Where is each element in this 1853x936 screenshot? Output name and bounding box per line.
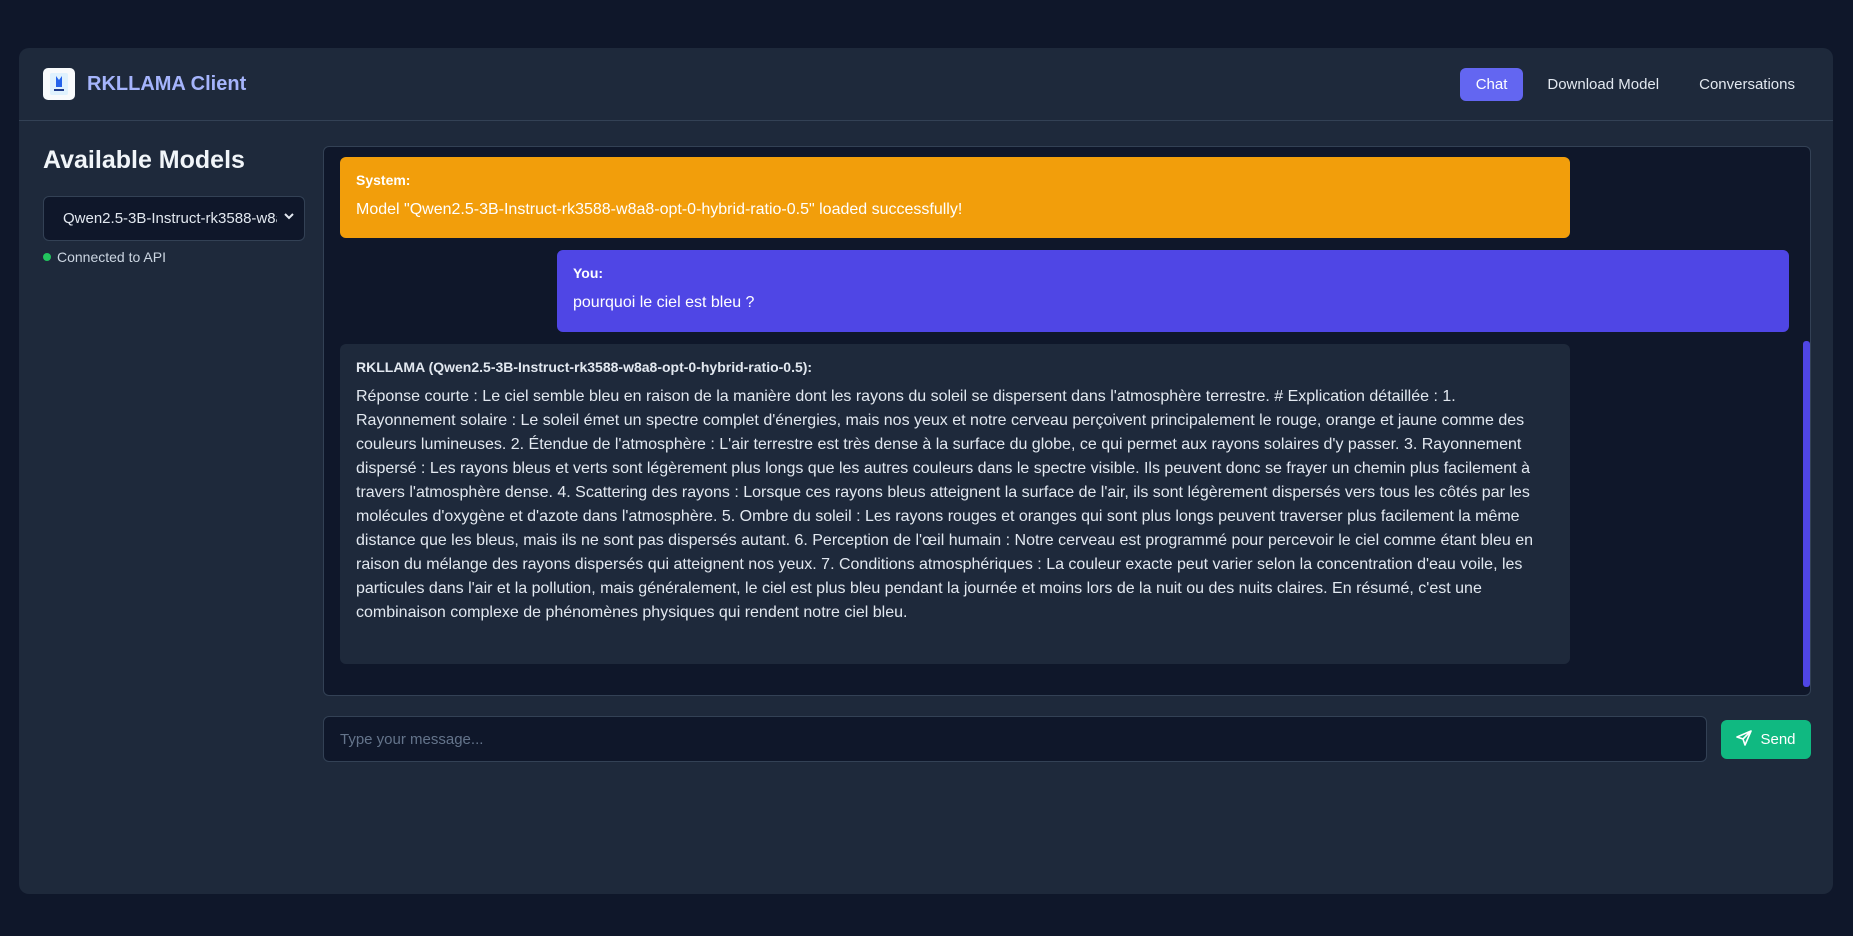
message-text: pourquoi le ciel est bleu ? bbox=[573, 294, 755, 311]
assistant-message: RKLLAMA (Qwen2.5-3B-Instruct-rk3588-w8a8… bbox=[340, 344, 1570, 664]
rkllama-logo-icon bbox=[43, 68, 75, 100]
sidebar-heading: Available Models bbox=[43, 146, 245, 174]
status-dot-icon bbox=[43, 253, 51, 261]
app-window: RKLLAMA Client Chat Download Model Conve… bbox=[19, 48, 1833, 894]
chat-scrollbar[interactable] bbox=[1803, 341, 1810, 687]
user-message: You: pourquoi le ciel est bleu ? bbox=[557, 250, 1789, 332]
system-message: System: Model "Qwen2.5-3B-Instruct-rk358… bbox=[340, 157, 1570, 238]
composer: Send bbox=[323, 716, 1811, 762]
chat-messages-panel[interactable]: System: Model "Qwen2.5-3B-Instruct-rk358… bbox=[323, 146, 1811, 696]
send-label: Send bbox=[1760, 731, 1796, 748]
main-nav: Chat Download Model Conversations bbox=[1459, 68, 1811, 101]
message-sender: System: bbox=[356, 172, 411, 188]
connection-status: Connected to API bbox=[43, 249, 305, 265]
message-text: Model "Qwen2.5-3B-Instruct-rk3588-w8a8-o… bbox=[356, 201, 963, 218]
send-button[interactable]: Send bbox=[1721, 720, 1811, 759]
chevron-down-icon bbox=[282, 209, 296, 227]
brand[interactable]: RKLLAMA Client bbox=[43, 68, 246, 100]
nav-conversations-button[interactable]: Conversations bbox=[1683, 68, 1811, 101]
nav-chat-button[interactable]: Chat bbox=[1459, 68, 1524, 101]
app-title: RKLLAMA Client bbox=[87, 72, 247, 95]
message-sender: You: bbox=[573, 265, 604, 281]
sidebar: Available Models Qwen2.5-3B-Instruct-rk3… bbox=[43, 146, 305, 265]
message-sender: RKLLAMA (Qwen2.5-3B-Instruct-rk3588-w8a8… bbox=[356, 359, 813, 375]
message-input[interactable] bbox=[323, 716, 1707, 762]
top-navbar: RKLLAMA Client Chat Download Model Conve… bbox=[19, 48, 1833, 121]
model-select[interactable]: Qwen2.5-3B-Instruct-rk3588-w8a8-opt-0-hy… bbox=[43, 196, 305, 241]
status-text: Connected to API bbox=[57, 249, 166, 265]
message-text: Réponse courte : Le ciel semble bleu en … bbox=[356, 388, 1533, 621]
model-select-value: Qwen2.5-3B-Instruct-rk3588-w8a8-opt-0-hy… bbox=[63, 210, 277, 227]
nav-download-model-button[interactable]: Download Model bbox=[1531, 68, 1675, 101]
paper-plane-icon bbox=[1736, 729, 1753, 750]
